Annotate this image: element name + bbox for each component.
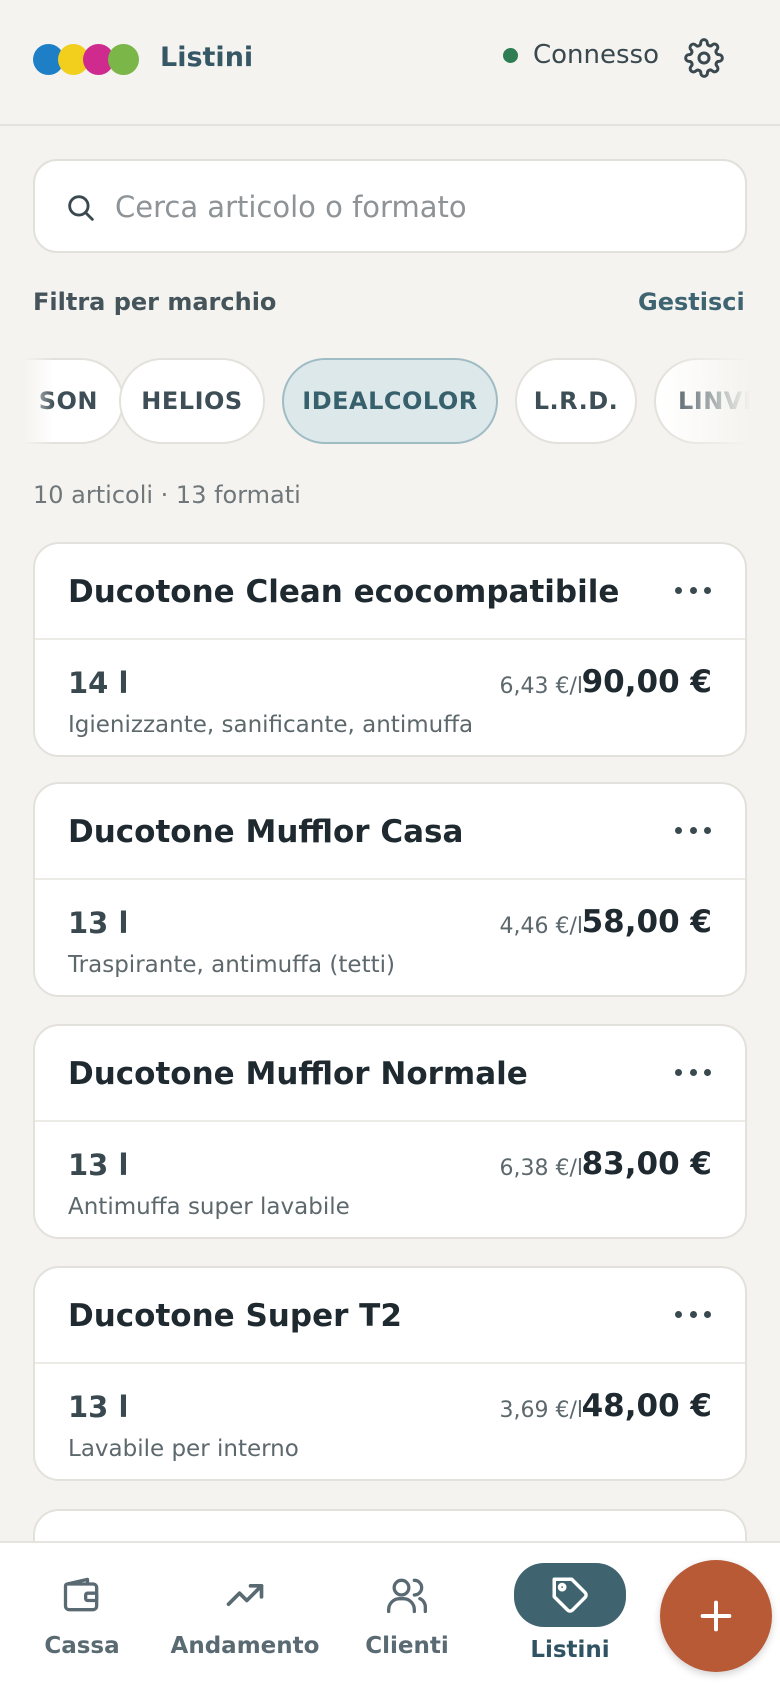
article-name: Ducotone Super T2 xyxy=(68,1298,402,1334)
search-icon xyxy=(64,191,98,225)
format-quantity: 13 l xyxy=(68,1390,129,1424)
article-card[interactable]: Ducotone Super T2 13 l Lavabile per inte… xyxy=(33,1266,747,1481)
article-name: Ducotone Mufflor Casa xyxy=(68,814,464,850)
article-name: Ducotone Clean ecocompatibile xyxy=(68,574,620,610)
format-description: Igienizzante, sanificante, antimuffa xyxy=(68,712,474,738)
tag-icon xyxy=(514,1563,626,1627)
article-card[interactable]: Ducotone Clean ecocompatibile 14 l Igien… xyxy=(33,542,747,757)
more-options-icon[interactable] xyxy=(675,1060,711,1084)
unit-price: 3,69 €/l xyxy=(499,1398,584,1423)
brand-chip[interactable]: SON xyxy=(24,358,124,444)
brand-chip-row[interactable]: SON HELIOS IDEALCOLOR L.R.D. LINVE xyxy=(24,356,750,448)
format-quantity: 14 l xyxy=(68,666,129,700)
search-input[interactable] xyxy=(115,181,715,233)
app-logo xyxy=(33,44,141,75)
format-price: 48,00 € xyxy=(581,1388,712,1424)
brand-chip[interactable]: HELIOS xyxy=(119,358,265,444)
format-quantity: 13 l xyxy=(68,1148,129,1182)
nav-item-cassa[interactable]: Cassa xyxy=(36,1543,128,1688)
unit-price: 6,38 €/l xyxy=(499,1156,584,1181)
article-name: Ducotone Mufflor Normale xyxy=(68,1056,528,1092)
card-header: Ducotone Super T2 xyxy=(35,1268,745,1364)
results-summary: 10 articoli · 13 formati xyxy=(33,481,301,509)
search-box[interactable] xyxy=(33,159,747,253)
users-icon xyxy=(385,1573,429,1617)
more-options-icon[interactable] xyxy=(675,1302,711,1326)
filter-label: Filtra per marchio xyxy=(33,288,277,316)
app-header: Listini Connesso xyxy=(0,0,780,126)
unit-price: 4,46 €/l xyxy=(499,914,584,939)
status-dot-icon xyxy=(503,47,518,63)
format-price: 58,00 € xyxy=(581,904,712,940)
connection-status: Connesso xyxy=(503,40,659,70)
plus-icon xyxy=(700,1600,732,1632)
article-card[interactable]: Ducotone Mufflor Casa 13 l Traspirante, … xyxy=(33,782,747,997)
gear-icon[interactable] xyxy=(684,38,724,78)
format-description: Antimuffa super lavabile xyxy=(68,1194,350,1220)
nav-item-andamento[interactable]: Andamento xyxy=(171,1543,319,1688)
trend-up-icon xyxy=(223,1573,267,1617)
nav-label: Cassa xyxy=(44,1633,120,1659)
card-header: Ducotone Mufflor Casa xyxy=(35,784,745,880)
format-price: 83,00 € xyxy=(581,1146,712,1182)
format-description: Lavabile per interno xyxy=(68,1436,299,1462)
card-header: Ducotone Clean ecocompatibile xyxy=(35,544,745,640)
add-button[interactable] xyxy=(660,1560,772,1672)
nav-item-listini[interactable]: Listini xyxy=(514,1543,626,1688)
format-description: Traspirante, antimuffa (tetti) xyxy=(68,952,395,978)
nav-label: Clienti xyxy=(365,1633,449,1659)
format-price: 90,00 € xyxy=(581,664,712,700)
brand-chip[interactable]: L.R.D. xyxy=(515,358,637,444)
card-header: Ducotone Mufflor Normale xyxy=(35,1026,745,1122)
brand-chip-selected[interactable]: IDEALCOLOR xyxy=(282,358,498,444)
more-options-icon[interactable] xyxy=(675,578,711,602)
connection-status-label: Connesso xyxy=(533,40,660,70)
nav-label: Listini xyxy=(530,1637,610,1663)
nav-label: Andamento xyxy=(170,1633,320,1659)
manage-brands-link[interactable]: Gestisci xyxy=(638,288,745,316)
more-options-icon[interactable] xyxy=(675,818,711,842)
unit-price: 6,43 €/l xyxy=(499,674,584,699)
nav-item-clienti[interactable]: Clienti xyxy=(362,1543,452,1688)
wallet-icon xyxy=(60,1573,104,1617)
article-card[interactable]: Ducotone Mufflor Normale 13 l Antimuffa … xyxy=(33,1024,747,1239)
page-title: Listini xyxy=(160,42,254,73)
brand-chip[interactable]: LINVE xyxy=(654,358,750,444)
format-quantity: 13 l xyxy=(68,906,129,940)
